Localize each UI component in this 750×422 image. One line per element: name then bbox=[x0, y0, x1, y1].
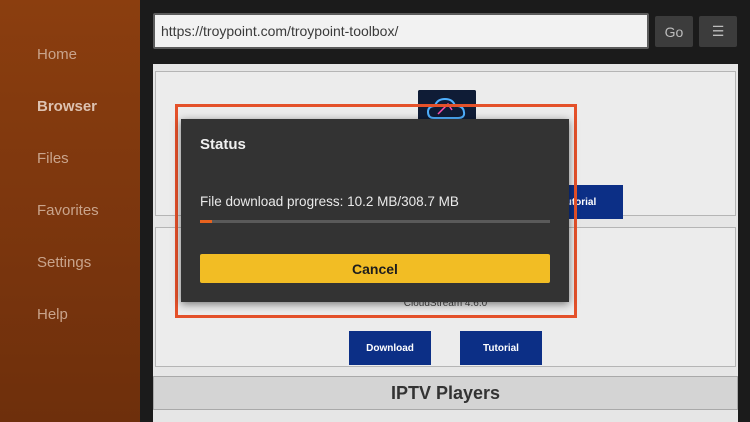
sidebar-item-settings[interactable]: Settings bbox=[37, 254, 91, 271]
sidebar-item-favorites[interactable]: Favorites bbox=[37, 202, 99, 219]
cancel-button[interactable]: Cancel bbox=[200, 254, 550, 283]
menu-button[interactable]: ☰ bbox=[699, 16, 737, 47]
download-button[interactable]: Download bbox=[349, 331, 431, 365]
sidebar: Home Browser Files Favorites Settings He… bbox=[0, 0, 140, 422]
sidebar-item-browser[interactable]: Browser bbox=[37, 98, 97, 115]
progress-bar bbox=[200, 220, 550, 223]
status-dialog: Status File download progress: 10.2 MB/3… bbox=[181, 119, 569, 302]
url-input[interactable]: https://troypoint.com/troypoint-toolbox/ bbox=[153, 13, 649, 49]
download-progress-text: File download progress: 10.2 MB/308.7 MB bbox=[200, 194, 459, 209]
go-button[interactable]: Go bbox=[655, 16, 693, 47]
tutorial-button[interactable]: Tutorial bbox=[460, 331, 542, 365]
sidebar-item-files[interactable]: Files bbox=[37, 150, 69, 167]
sidebar-item-help[interactable]: Help bbox=[37, 306, 68, 323]
dialog-title: Status bbox=[200, 136, 246, 153]
progress-bar-fill bbox=[200, 220, 212, 223]
hamburger-menu-icon: ☰ bbox=[711, 23, 725, 39]
section-title: IPTV Players bbox=[153, 376, 738, 410]
sidebar-item-home[interactable]: Home bbox=[37, 46, 77, 63]
